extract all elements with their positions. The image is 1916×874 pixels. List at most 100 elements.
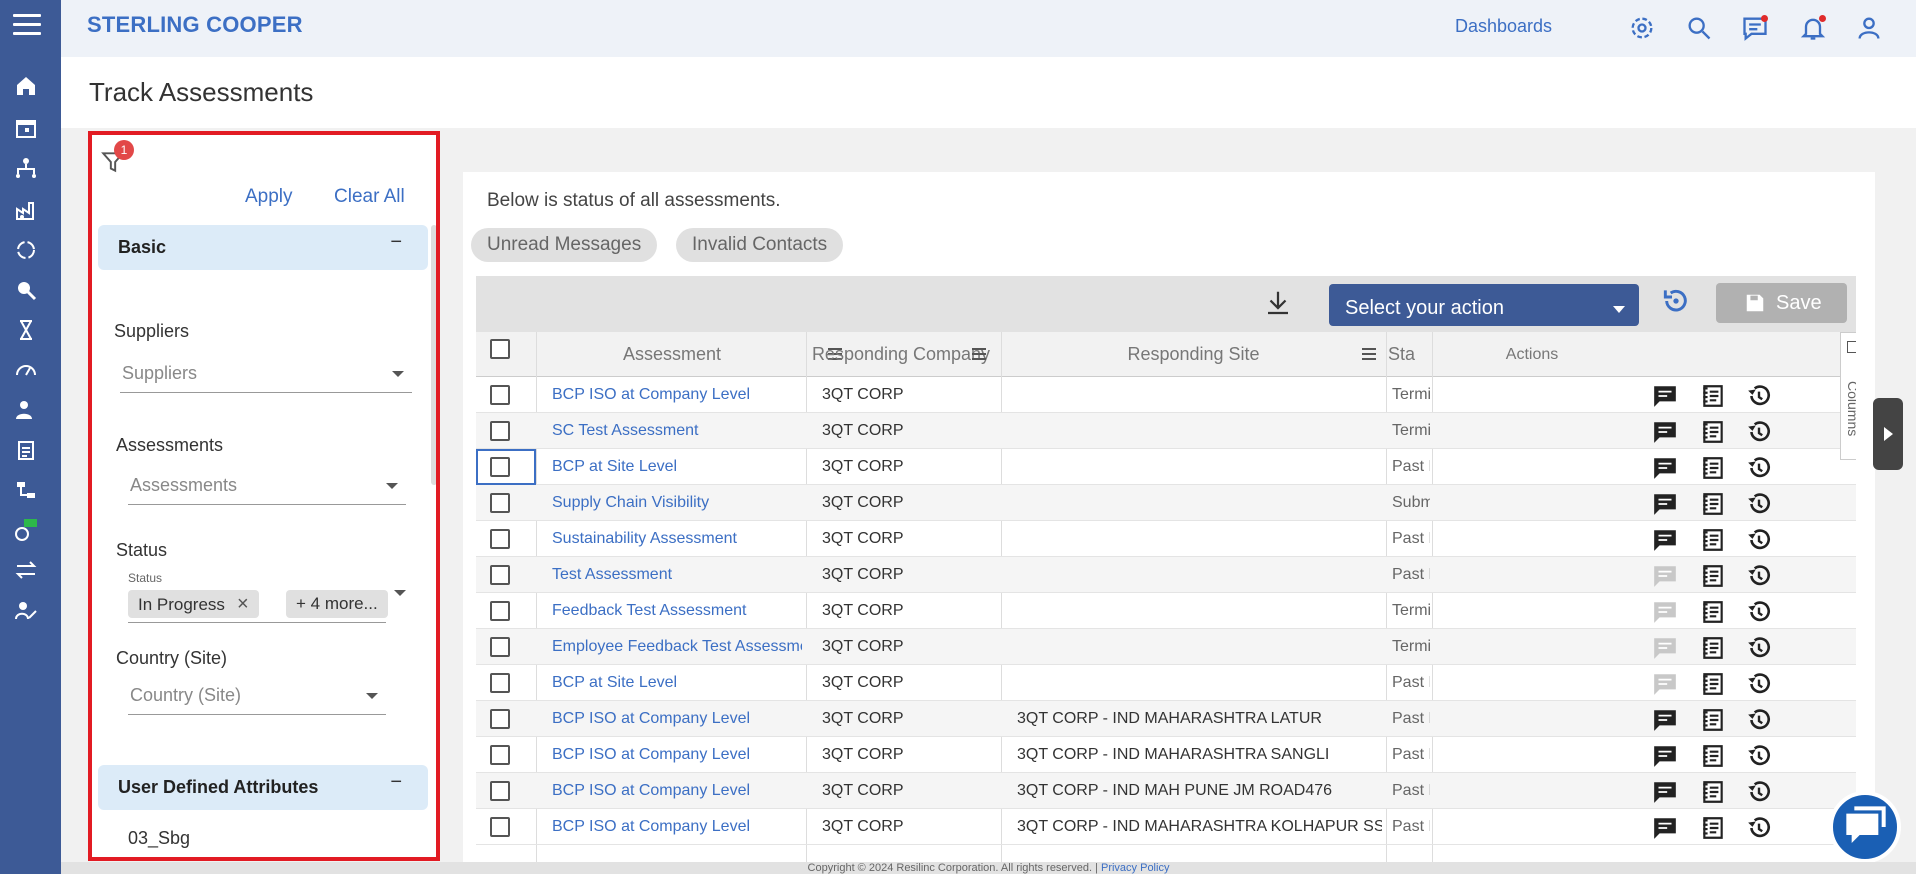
message-icon[interactable] — [1652, 671, 1678, 697]
home-icon[interactable] — [14, 74, 38, 98]
history-icon[interactable] — [1746, 671, 1772, 697]
remove-chip-icon[interactable]: × — [237, 593, 249, 615]
download-icon[interactable] — [1263, 288, 1293, 323]
message-icon[interactable] — [1652, 563, 1678, 589]
history-icon[interactable] — [1746, 815, 1772, 841]
table-row[interactable]: Sustainability Assessment 3QT CORP Past D — [476, 521, 1856, 557]
status-more-chip[interactable]: + 4 more... — [286, 590, 388, 618]
assessment-link[interactable]: BCP at Site Level — [552, 449, 802, 485]
row-checkbox[interactable] — [490, 709, 510, 729]
search-person-icon[interactable] — [14, 278, 38, 302]
notes-icon[interactable] — [1700, 671, 1726, 697]
notes-icon[interactable] — [1700, 527, 1726, 553]
transfer-icon[interactable] — [14, 558, 38, 582]
privacy-policy-link[interactable]: Privacy Policy — [1101, 862, 1169, 874]
notes-icon[interactable] — [1700, 599, 1726, 625]
assessment-link[interactable]: BCP ISO at Company Level — [552, 809, 802, 845]
history-icon[interactable] — [1746, 419, 1772, 445]
search-icon[interactable] — [1685, 14, 1713, 42]
row-checkbox[interactable] — [490, 601, 510, 621]
col-header-status[interactable]: Sta — [1388, 332, 1422, 377]
table-row[interactable]: BCP ISO at Company Level 3QT CORP 3QT CORP… — [476, 773, 1856, 809]
save-button[interactable]: Save — [1716, 283, 1847, 323]
history-icon[interactable] — [1746, 743, 1772, 769]
suppliers-dropdown[interactable]: Suppliers — [120, 357, 412, 393]
row-checkbox[interactable] — [490, 457, 510, 477]
table-row[interactable]: Supply Chain Visibility 3QT CORP Subm — [476, 485, 1856, 521]
row-checkbox[interactable] — [490, 565, 510, 585]
assessment-link[interactable]: BCP ISO at Company Level — [552, 701, 802, 737]
row-checkbox[interactable] — [490, 493, 510, 513]
table-row[interactable]: Employee Feedback Test Assessment 3QT COR… — [476, 629, 1856, 665]
table-row[interactable]: BCP at Site Level 3QT CORP Past D — [476, 449, 1856, 485]
notes-icon[interactable] — [1700, 419, 1726, 445]
row-checkbox[interactable] — [490, 637, 510, 657]
assessments-dropdown[interactable]: Assessments — [128, 469, 406, 505]
table-row[interactable]: Feedback Test Assessment 3QT CORP Termi — [476, 593, 1856, 629]
calendar-icon[interactable] — [14, 116, 38, 140]
row-checkbox[interactable] — [490, 385, 510, 405]
row-checkbox[interactable] — [490, 781, 510, 801]
notes-icon[interactable] — [1700, 455, 1726, 481]
table-row[interactable]: SC Test Assessment 3QT CORP Termi — [476, 413, 1856, 449]
message-icon[interactable] — [1652, 383, 1678, 409]
history-icon[interactable] — [1746, 779, 1772, 805]
gauge-icon[interactable] — [14, 358, 38, 382]
notes-icon[interactable] — [1700, 491, 1726, 517]
table-row[interactable]: BCP ISO at Company Level 3QT CORP 3QT CORP… — [476, 737, 1856, 773]
col-header-assessment[interactable]: Assessment — [538, 332, 806, 377]
table-row[interactable]: Test Assessment 3QT CORP Past D — [476, 557, 1856, 593]
row-checkbox[interactable] — [490, 745, 510, 765]
notes-icon[interactable] — [1700, 743, 1726, 769]
clipboard-icon[interactable] — [14, 438, 38, 462]
message-icon[interactable] — [1652, 815, 1678, 841]
column-menu-icon[interactable] — [1362, 348, 1376, 363]
history-icon[interactable] — [1746, 455, 1772, 481]
assessment-link[interactable]: Employee Feedback Test Assessment — [552, 629, 802, 665]
refresh-cycle-icon[interactable] — [14, 238, 38, 262]
message-icon[interactable] — [1652, 779, 1678, 805]
notes-icon[interactable] — [1700, 635, 1726, 661]
column-menu-icon[interactable] — [972, 348, 986, 363]
brand-logo[interactable]: STERLING COOPER — [87, 12, 303, 38]
table-row[interactable]: BCP ISO at Company Level 3QT CORP Termi — [476, 377, 1856, 413]
columns-side-tab[interactable]: Columns — [1840, 332, 1856, 460]
chevron-down-icon[interactable] — [394, 590, 406, 596]
history-icon[interactable] — [1746, 707, 1772, 733]
message-icon[interactable] — [1652, 491, 1678, 517]
history-icon[interactable] — [1746, 599, 1772, 625]
assessment-link[interactable]: Sustainability Assessment — [552, 521, 802, 557]
assessment-link[interactable]: SC Test Assessment — [552, 413, 802, 449]
assessment-link[interactable]: BCP ISO at Company Level — [552, 737, 802, 773]
message-icon[interactable] — [1652, 743, 1678, 769]
new-feature-icon[interactable] — [14, 518, 38, 542]
assessment-link[interactable]: Supply Chain Visibility — [552, 485, 802, 521]
message-icon[interactable] — [1652, 419, 1678, 445]
history-icon[interactable] — [1746, 635, 1772, 661]
hourglass-icon[interactable] — [14, 318, 38, 342]
assessment-link[interactable]: Test Assessment — [552, 557, 802, 593]
history-icon[interactable] — [1746, 527, 1772, 553]
apply-button[interactable]: Apply — [245, 186, 293, 208]
message-icon[interactable] — [1652, 527, 1678, 553]
message-icon[interactable] — [1652, 455, 1678, 481]
assessment-link[interactable]: BCP at Site Level — [552, 665, 802, 701]
history-icon[interactable] — [1746, 563, 1772, 589]
user-profile-icon[interactable] — [1855, 14, 1883, 42]
message-icon[interactable] — [1652, 707, 1678, 733]
history-icon[interactable] — [1746, 491, 1772, 517]
collapse-icon[interactable]: − — [390, 231, 402, 254]
notes-icon[interactable] — [1700, 779, 1726, 805]
table-row[interactable]: BCP ISO at Company Level 3QT CORP 3QT CORP… — [476, 809, 1856, 845]
factory-icon[interactable] — [14, 198, 38, 222]
dashboards-link[interactable]: Dashboards — [1455, 16, 1552, 37]
row-checkbox[interactable] — [490, 421, 510, 441]
message-icon[interactable] — [1652, 599, 1678, 625]
notes-icon[interactable] — [1700, 383, 1726, 409]
col-header-site[interactable]: Responding Site — [1001, 332, 1386, 377]
settings-gear-icon[interactable] — [1628, 14, 1656, 42]
clear-all-button[interactable]: Clear All — [334, 186, 405, 208]
unread-messages-filter[interactable]: Unread Messages — [471, 228, 658, 262]
select-all-checkbox[interactable] — [490, 339, 510, 359]
action-select[interactable]: Select your action — [1329, 284, 1639, 326]
